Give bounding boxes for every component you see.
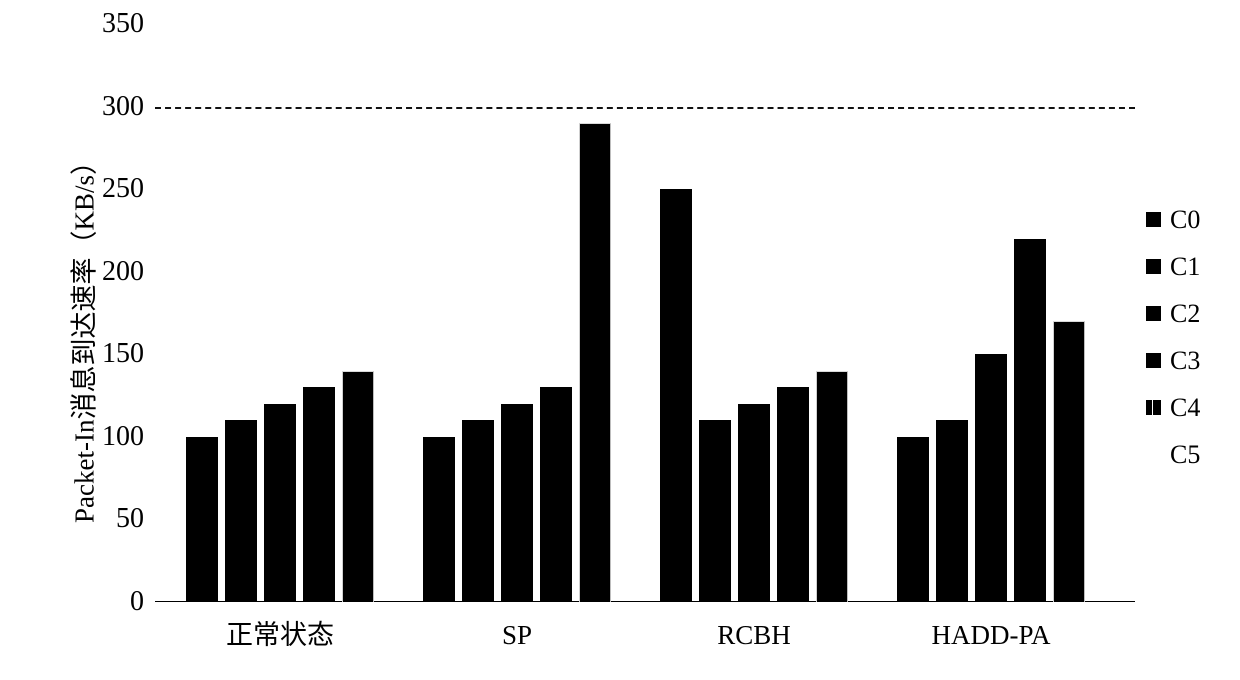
legend-label: C2 <box>1170 298 1201 328</box>
bar[interactable] <box>423 436 455 602</box>
legend-swatch-icon <box>1146 306 1161 321</box>
bar[interactable] <box>975 354 1007 602</box>
y-axis-tick-labels: 350 300 250 200 150 100 50 0 <box>62 0 144 680</box>
bar[interactable] <box>540 387 572 602</box>
bar[interactable] <box>777 387 809 602</box>
legend-label: C1 <box>1170 251 1201 281</box>
bar-group-bars <box>186 24 374 602</box>
x-axis-group-label: 正常状态 <box>226 620 334 650</box>
legend-swatch-icon <box>1146 212 1161 227</box>
x-axis-group-label: HADD-PA <box>931 620 1051 650</box>
bar[interactable] <box>225 420 257 602</box>
y-tick-label: 250 <box>102 173 144 205</box>
bar[interactable] <box>303 387 335 602</box>
bar-group-bars <box>897 24 1085 602</box>
bar[interactable] <box>501 403 533 602</box>
legend-swatch-icon <box>1146 447 1161 462</box>
legend-swatch-icon <box>1146 259 1161 274</box>
bar[interactable] <box>936 420 968 602</box>
y-tick-label: 0 <box>130 586 144 617</box>
bar[interactable] <box>342 370 374 602</box>
bar[interactable] <box>186 436 218 602</box>
legend-swatch-icon <box>1146 400 1161 415</box>
bar[interactable] <box>738 403 770 602</box>
bar-group-bars <box>423 24 611 602</box>
legend: C0 C1 C2 C3 C4 C5 <box>1146 196 1240 478</box>
bar[interactable] <box>1053 321 1085 602</box>
bar[interactable] <box>264 403 296 602</box>
y-tick-label: 300 <box>102 90 144 122</box>
x-axis-group-label: RCBH <box>717 620 791 650</box>
bar-group-bars <box>660 24 848 602</box>
legend-label: C5 <box>1170 439 1201 469</box>
legend-item-c3[interactable]: C3 <box>1146 337 1240 384</box>
y-tick-label: 200 <box>102 255 144 287</box>
legend-item-c2[interactable]: C2 <box>1146 290 1240 337</box>
bar[interactable] <box>579 123 611 602</box>
y-tick-label: 350 <box>102 8 144 39</box>
bar[interactable] <box>816 370 848 602</box>
y-tick-label: 50 <box>116 503 144 535</box>
bar[interactable] <box>897 436 929 602</box>
legend-label: C3 <box>1170 345 1201 375</box>
bar-chart: Packet-In消息到达速率（KB/s） 350 300 250 200 150 100… <box>0 0 1240 680</box>
bar[interactable] <box>660 189 692 602</box>
legend-label: C0 <box>1170 204 1201 234</box>
bar[interactable] <box>1014 238 1046 602</box>
plot-area: 正常状态 SP RCBH HADD-PA <box>155 24 1135 650</box>
legend-item-c4[interactable]: C4 <box>1146 384 1240 431</box>
x-axis-group-label: SP <box>501 620 533 650</box>
legend-item-c0[interactable]: C0 <box>1146 196 1240 243</box>
legend-swatch-icon <box>1146 353 1161 368</box>
bar[interactable] <box>462 420 494 602</box>
y-tick-label: 100 <box>102 420 144 452</box>
legend-item-c1[interactable]: C1 <box>1146 243 1240 290</box>
y-tick-label: 150 <box>102 338 144 370</box>
legend-item-c5[interactable]: C5 <box>1146 431 1240 478</box>
bar[interactable] <box>699 420 731 602</box>
legend-label: C4 <box>1170 392 1201 422</box>
